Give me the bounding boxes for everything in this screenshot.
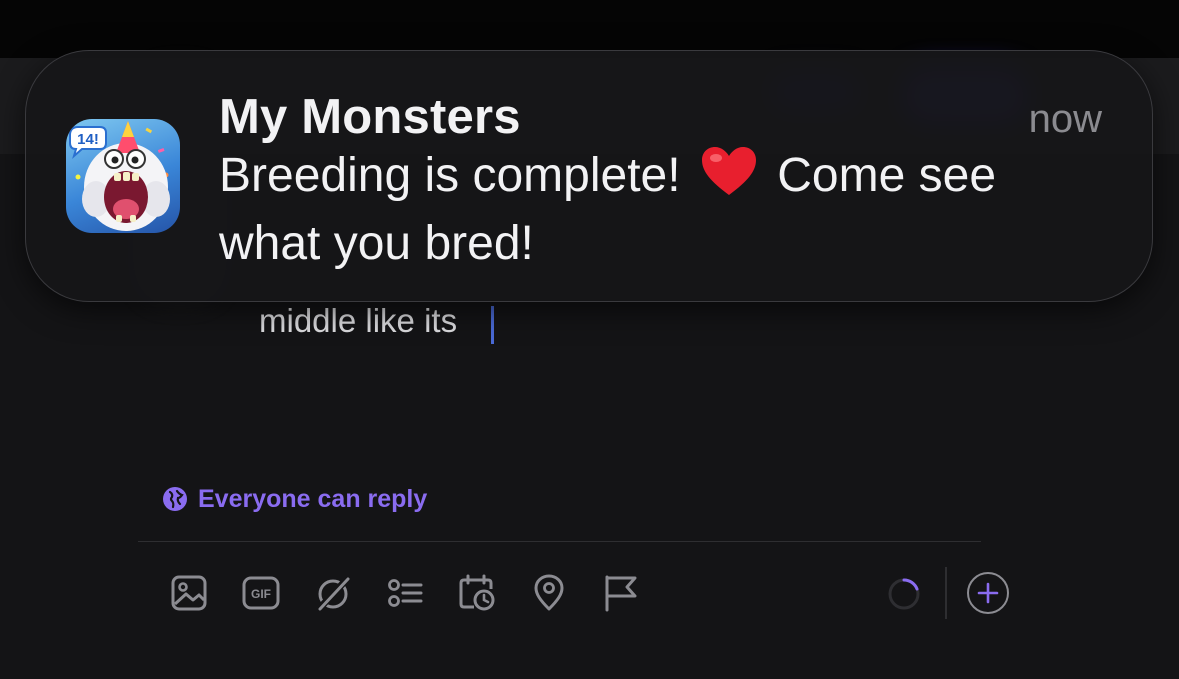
image-icon[interactable] [170, 574, 208, 612]
schedule-icon[interactable] [458, 574, 496, 612]
toolbar-separator [945, 567, 947, 619]
plus-icon [967, 572, 1009, 614]
text-caret [491, 306, 494, 344]
grok-icon[interactable] [314, 574, 352, 612]
icon-badge-text: 14! [77, 131, 99, 148]
notification-body: Breeding is complete! Come see what you … [219, 145, 1099, 275]
my-monsters-app-icon: 14! [66, 119, 180, 233]
gif-icon[interactable]: GIF [242, 574, 280, 612]
screen: middle like its 14! My Monsters now Bree… [0, 0, 1179, 679]
compose-text[interactable]: middle like its [259, 302, 457, 340]
location-icon[interactable] [530, 574, 568, 612]
flag-icon[interactable] [602, 574, 640, 612]
notification-time: now [1028, 97, 1102, 141]
add-post-button[interactable] [966, 571, 1010, 615]
red-heart-emoji [700, 145, 758, 213]
character-count-progress [886, 576, 922, 612]
gif-label: GIF [251, 587, 271, 601]
reply-setting-button[interactable]: Everyone can reply [162, 484, 427, 514]
poll-icon[interactable] [386, 574, 424, 612]
notification-body-start: Breeding is complete! [219, 149, 694, 202]
monster-icon: 14! [69, 121, 170, 231]
toolbar-divider [138, 541, 981, 542]
globe-icon [163, 487, 187, 511]
notification-app-name: My Monsters [219, 90, 521, 144]
notification-banner[interactable]: 14! My Monsters now Breeding is complete… [25, 50, 1153, 302]
reply-setting-label: Everyone can reply [198, 484, 428, 513]
